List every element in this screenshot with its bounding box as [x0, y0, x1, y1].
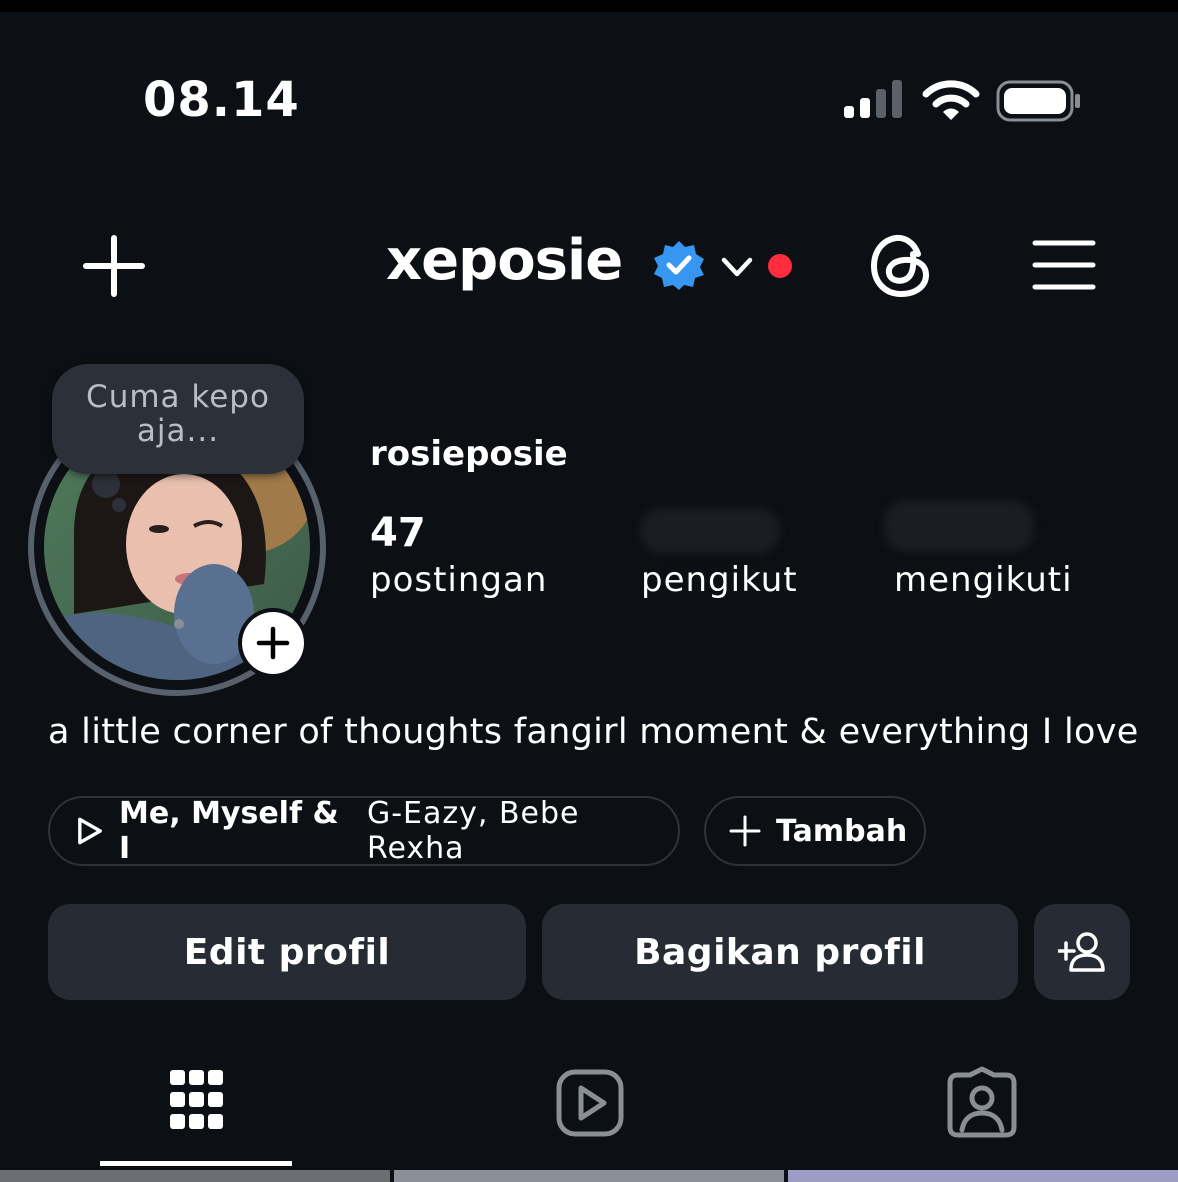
- display-name: rosieposie: [370, 434, 568, 474]
- play-icon: [78, 817, 102, 845]
- discover-people-button[interactable]: [1034, 904, 1130, 1000]
- grid-icon[interactable]: [168, 1066, 226, 1138]
- post-thumbnail[interactable]: [788, 1170, 1178, 1182]
- cellular-signal-icon: [844, 80, 902, 118]
- menu-icon[interactable]: [1032, 238, 1096, 292]
- following-count-redacted: [884, 500, 1034, 552]
- note-bubble-tail-dot: [112, 498, 126, 512]
- music-artist: G-Eazy, Bebe Rexha: [366, 796, 580, 866]
- music-chip[interactable]: Me, Myself & I G-Eazy, Bebe Rexha: [48, 796, 680, 866]
- notification-dot: [768, 254, 792, 278]
- wifi-icon: [922, 80, 980, 120]
- posts-count[interactable]: 47: [370, 510, 426, 556]
- reels-icon[interactable]: [556, 1068, 624, 1138]
- note-text: Cuma kepo aja...: [86, 379, 270, 449]
- battery-icon: [996, 80, 1080, 122]
- following-label[interactable]: mengikuti: [894, 560, 1073, 600]
- profile-bio: a little corner of thoughts fangirl mome…: [48, 712, 1139, 752]
- threads-icon[interactable]: [868, 232, 934, 300]
- posts-label[interactable]: postingan: [370, 560, 547, 600]
- verified-badge-icon: [654, 241, 704, 290]
- add-link-chip[interactable]: Tambah: [704, 796, 926, 866]
- followers-label[interactable]: pengikut: [641, 560, 798, 600]
- share-profile-button[interactable]: Bagikan profil: [542, 904, 1018, 1000]
- edit-profile-button[interactable]: Edit profil: [48, 904, 526, 1000]
- tab-selected-indicator: [100, 1161, 292, 1166]
- account-username[interactable]: xeposie: [386, 228, 623, 293]
- add-story-plus-icon: [242, 612, 304, 674]
- plus-icon: [729, 815, 761, 847]
- post-thumbnail[interactable]: [0, 1170, 390, 1182]
- post-thumbnail[interactable]: [394, 1170, 784, 1182]
- add-chip-label: Tambah: [776, 813, 908, 849]
- add-story-button[interactable]: [238, 608, 308, 678]
- create-post-icon[interactable]: [82, 234, 146, 298]
- status-time: 08.14: [143, 72, 300, 128]
- note-bubble-tail: [92, 470, 120, 498]
- tagged-icon[interactable]: [946, 1066, 1018, 1138]
- music-song-title: Me, Myself & I: [119, 796, 339, 866]
- chevron-down-icon[interactable]: [720, 252, 754, 282]
- top-edge: [0, 0, 1178, 12]
- followers-count-redacted: [640, 508, 780, 554]
- add-user-icon: [1058, 932, 1105, 972]
